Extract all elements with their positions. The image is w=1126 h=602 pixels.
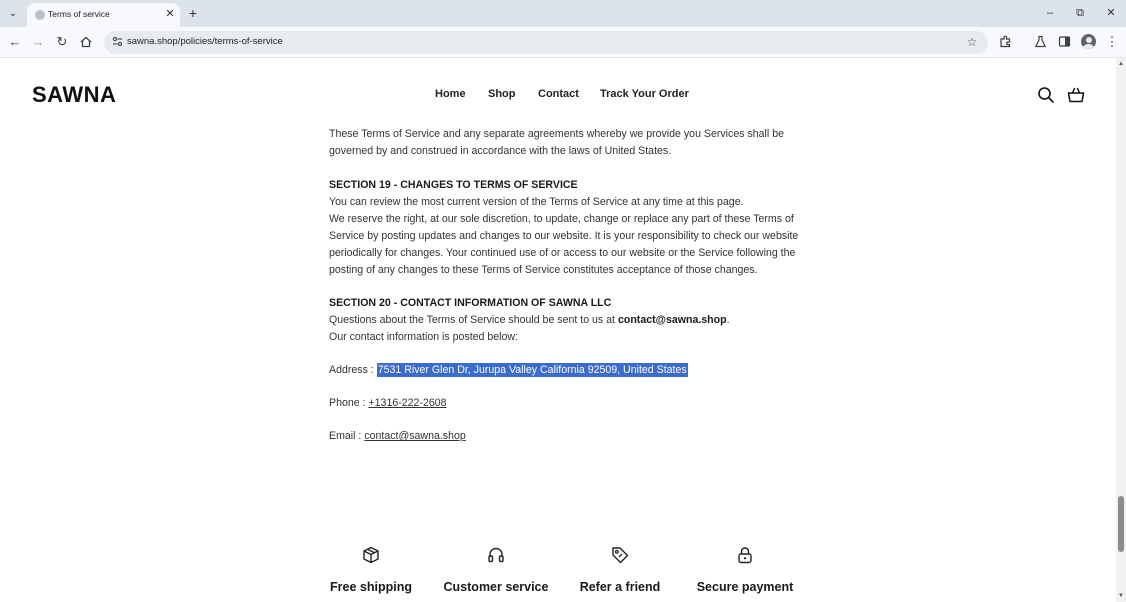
scroll-down-arrow-icon[interactable]: ▼ xyxy=(1116,592,1126,600)
browser-tab-active[interactable]: Terms of service ✕ xyxy=(27,3,180,27)
feature-secure-payment: Secure payment xyxy=(680,546,810,594)
governing-law-paragraph: These Terms of Service and any separate … xyxy=(329,126,799,160)
tag-icon xyxy=(612,547,629,564)
browser-menu-kebab-icon[interactable]: ⋮ xyxy=(1104,34,1120,50)
browser-toolbar: ← → ↻ sawna.shop/policies/terms-of-servi… xyxy=(0,27,1126,58)
paragraph-line: You can review the most current version … xyxy=(329,195,744,208)
phone-link[interactable]: +1316-222-2608 xyxy=(368,397,446,409)
window-close-icon[interactable]: ✕ xyxy=(1104,6,1118,20)
restore-icon[interactable]: ⧉ xyxy=(1073,6,1087,20)
paragraph-line: Questions about the Terms of Service sho… xyxy=(329,312,799,329)
section-19-title: SECTION 19 - CHANGES TO TERMS OF SERVICE xyxy=(329,179,578,191)
extensions-puzzle-icon[interactable] xyxy=(997,34,1013,50)
profile-avatar-icon[interactable] xyxy=(1081,34,1096,49)
paragraph-line: Service by posting updates and changes t… xyxy=(329,229,799,242)
paragraph-line: These Terms of Service and any separate … xyxy=(329,128,784,140)
feature-label: Secure payment xyxy=(696,580,794,594)
feature-free-shipping: Free shipping xyxy=(306,546,436,594)
phone-line: Phone : +1316-222-2608 xyxy=(329,395,799,412)
home-icon[interactable] xyxy=(78,34,94,50)
nav-track-order[interactable]: Track Your Order xyxy=(600,88,689,100)
email-line: Email : contact@sawna.shop xyxy=(329,428,799,445)
paragraph-line: governed by and construed in accordance … xyxy=(329,144,672,157)
section-20-title: SECTION 20 - CONTACT INFORMATION OF SAWN… xyxy=(329,297,612,309)
nav-contact[interactable]: Contact xyxy=(538,88,579,100)
paragraph-line: We reserve the right, at our sole discre… xyxy=(329,212,794,225)
nav-home[interactable]: Home xyxy=(435,88,466,100)
forward-arrow-icon[interactable]: → xyxy=(30,34,46,50)
tab-close-icon[interactable]: ✕ xyxy=(163,7,177,21)
phone-label: Phone : xyxy=(329,397,369,409)
browser-tabbar: ⌄ Terms of service ✕ + – ⧉ ✕ xyxy=(0,0,1126,27)
address-bar[interactable]: sawna.shop/policies/terms-of-service ☆ xyxy=(104,31,988,54)
search-icon[interactable] xyxy=(1037,86,1055,104)
reload-icon[interactable]: ↻ xyxy=(54,34,70,50)
address-value-selected[interactable]: 7531 River Glen Dr, Jurupa Valley Califo… xyxy=(376,363,688,377)
feature-customer-service: Customer service xyxy=(431,546,561,594)
lock-icon xyxy=(738,547,752,564)
nav-shop[interactable]: Shop xyxy=(488,88,516,100)
questions-text: Questions about the Terms of Service sho… xyxy=(329,313,618,326)
feature-refer-friend: Refer a friend xyxy=(555,546,685,594)
section-19: SECTION 19 - CHANGES TO TERMS OF SERVICE… xyxy=(329,177,799,278)
section-20: SECTION 20 - CONTACT INFORMATION OF SAWN… xyxy=(329,295,799,346)
contact-email-bold: contact@sawna.shop xyxy=(617,313,727,326)
scrollbar-thumb[interactable] xyxy=(1118,496,1124,552)
lab-flask-icon[interactable] xyxy=(1032,34,1048,50)
paragraph-line: periodically for changes. Your continued… xyxy=(329,246,796,259)
minimize-icon[interactable]: – xyxy=(1043,6,1057,20)
site-settings-icon[interactable] xyxy=(110,35,124,49)
address-label: Address : xyxy=(329,364,377,376)
email-link[interactable]: contact@sawna.shop xyxy=(364,430,465,442)
scroll-up-arrow-icon[interactable]: ▲ xyxy=(1116,60,1126,68)
email-label: Email : xyxy=(329,430,365,442)
address-line: Address : 7531 River Glen Dr, Jurupa Val… xyxy=(329,362,799,379)
feature-label: Customer service xyxy=(443,580,549,594)
new-tab-plus-icon[interactable]: + xyxy=(186,6,200,20)
tab-favicon-icon xyxy=(35,10,45,20)
package-icon xyxy=(363,546,379,564)
site-logo[interactable]: SAWNA xyxy=(32,82,116,108)
paragraph-line: Our contact information is posted below: xyxy=(329,330,519,343)
headset-icon xyxy=(488,547,504,563)
page-scrollbar[interactable]: ▲ ▼ xyxy=(1116,58,1126,602)
feature-label: Free shipping xyxy=(330,580,412,594)
web-page: SAWNA Home Shop Contact Track Your Order… xyxy=(0,58,1116,602)
period: . xyxy=(726,313,730,326)
paragraph-line: posting of any changes to these Terms of… xyxy=(329,263,758,276)
back-arrow-icon[interactable]: ← xyxy=(7,34,23,50)
tab-title: Terms of service xyxy=(48,9,110,19)
bookmark-star-icon[interactable]: ☆ xyxy=(965,35,979,49)
feature-label: Refer a friend xyxy=(579,580,661,594)
side-panel-icon[interactable] xyxy=(1056,34,1072,50)
cart-basket-icon[interactable] xyxy=(1067,86,1085,104)
tab-search-chevron-icon[interactable]: ⌄ xyxy=(6,7,20,21)
url-text: sawna.shop/policies/terms-of-service xyxy=(127,36,283,47)
